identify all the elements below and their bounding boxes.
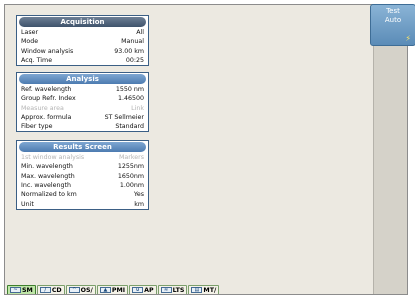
- approx-formula-row[interactable]: Approx. formula ST Sellmeier: [17, 113, 148, 122]
- measure-area-label: Measure area: [21, 104, 64, 112]
- inc-wavelength-value: 1.00nm: [119, 182, 144, 190]
- laser-label: Laser: [21, 29, 39, 37]
- first-window-analysis-value: Markers: [118, 154, 144, 162]
- lts-icon: ≈: [160, 287, 172, 293]
- acq-time-row[interactable]: Acq. Time 00:25: [17, 56, 148, 65]
- laser-row[interactable]: Laser All: [17, 28, 148, 37]
- inc-wavelength-label: Inc. wavelength: [21, 182, 71, 190]
- laser-value: All: [136, 29, 144, 37]
- min-wavelength-label: Min. wavelength: [21, 163, 73, 171]
- measure-area-row: Measure area Link: [17, 104, 148, 113]
- measure-area-value: Link: [131, 104, 144, 112]
- mode-label: Mode: [21, 38, 39, 46]
- normalized-to-km-label: Normalized to km: [21, 191, 77, 199]
- ap-icon: ∪: [132, 287, 144, 293]
- normalized-to-km-value: Yes: [133, 191, 144, 199]
- mta-icon: ▤: [191, 287, 203, 293]
- fiber-type-row[interactable]: Fiber type Standard: [17, 122, 148, 131]
- analysis-panel: Analysis Ref. wavelength 1550 nm Group R…: [16, 72, 149, 133]
- first-window-analysis-row: 1st window analysis Markers: [17, 153, 148, 162]
- group-refr-index-label: Group Refr. Index: [21, 95, 76, 103]
- task-os-label: OS/: [80, 286, 93, 294]
- application-screen: Acquisition Laser All Mode Manual Window…: [4, 4, 408, 295]
- acq-time-label: Acq. Time: [21, 57, 53, 65]
- ref-wavelength-label: Ref. wavelength: [21, 86, 72, 94]
- window-analysis-row[interactable]: Window analysis 93.00 km: [17, 47, 148, 56]
- acq-time-value: 00:25: [125, 57, 144, 65]
- task-cd-label: CD: [51, 286, 62, 294]
- otdr-trace-icon: ~: [10, 287, 21, 293]
- spectrum-icon: ^: [68, 287, 80, 293]
- task-sm[interactable]: ~ SM: [7, 285, 36, 294]
- unit-value: km: [134, 200, 144, 208]
- max-wavelength-row[interactable]: Max. wavelength 1650nm: [17, 172, 148, 181]
- pmd-icon: ▲: [99, 287, 111, 293]
- task-cd[interactable]: / CD: [36, 285, 65, 294]
- task-os[interactable]: ^ OS/: [65, 285, 96, 294]
- task-ap[interactable]: ∪ AP: [129, 285, 157, 294]
- normalized-to-km-row[interactable]: Normalized to km Yes: [17, 190, 148, 199]
- min-wavelength-value: 1255nm: [117, 163, 144, 171]
- task-lts[interactable]: ≈ LTS: [157, 285, 188, 294]
- fiber-type-label: Fiber type: [21, 123, 53, 131]
- analysis-title[interactable]: Analysis: [19, 74, 146, 84]
- max-wavelength-label: Max. wavelength: [21, 172, 75, 180]
- task-pmi-label: PMI: [111, 286, 126, 294]
- acquisition-panel: Acquisition Laser All Mode Manual Window…: [16, 15, 149, 67]
- min-wavelength-row[interactable]: Min. wavelength 1255nm: [17, 162, 148, 171]
- test-auto-line2: Auto: [384, 16, 402, 24]
- group-refr-index-value: 1.46500: [117, 95, 144, 103]
- task-lts-label: LTS: [172, 286, 185, 294]
- test-auto-button[interactable]: Test Auto ⚡: [370, 4, 415, 46]
- window-analysis-label: Window analysis: [21, 47, 74, 55]
- fiber-type-value: Standard: [115, 123, 144, 131]
- task-ap-label: AP: [144, 286, 154, 294]
- cd-icon: /: [39, 287, 51, 293]
- test-auto-line1: Test: [386, 7, 400, 15]
- ref-wavelength-row[interactable]: Ref. wavelength 1550 nm: [17, 85, 148, 94]
- mode-row[interactable]: Mode Manual: [17, 37, 148, 46]
- results-screen-panel: Results Screen 1st window analysis Marke…: [16, 140, 149, 210]
- approx-formula-label: Approx. formula: [21, 114, 72, 122]
- unit-label: Unit: [21, 200, 34, 208]
- approx-formula-value: ST Sellmeier: [104, 114, 144, 122]
- right-softkey-panel: [373, 5, 407, 294]
- task-mta[interactable]: ▤ MT/: [188, 285, 220, 294]
- task-sm-label: SM: [22, 286, 33, 294]
- task-mta-label: MT/: [203, 286, 217, 294]
- max-wavelength-value: 1650nm: [117, 172, 144, 180]
- group-refr-index-row[interactable]: Group Refr. Index 1.46500: [17, 94, 148, 103]
- task-pmi[interactable]: ▲ PMI: [96, 285, 129, 294]
- module-taskbar: ~ SM / CD ^ OS/ ▲ PMI ∪ AP ≈ LTS ▤ MT/: [7, 285, 220, 294]
- first-window-analysis-label: 1st window analysis: [21, 154, 85, 162]
- unit-row[interactable]: Unit km: [17, 199, 148, 208]
- mode-value: Manual: [121, 38, 144, 46]
- bolt-icon: ⚡: [405, 34, 411, 43]
- inc-wavelength-row[interactable]: Inc. wavelength 1.00nm: [17, 181, 148, 190]
- ref-wavelength-value: 1550 nm: [115, 86, 144, 94]
- results-screen-title[interactable]: Results Screen: [19, 142, 146, 152]
- window-analysis-value: 93.00 km: [114, 47, 144, 55]
- acquisition-title: Acquisition: [19, 17, 146, 27]
